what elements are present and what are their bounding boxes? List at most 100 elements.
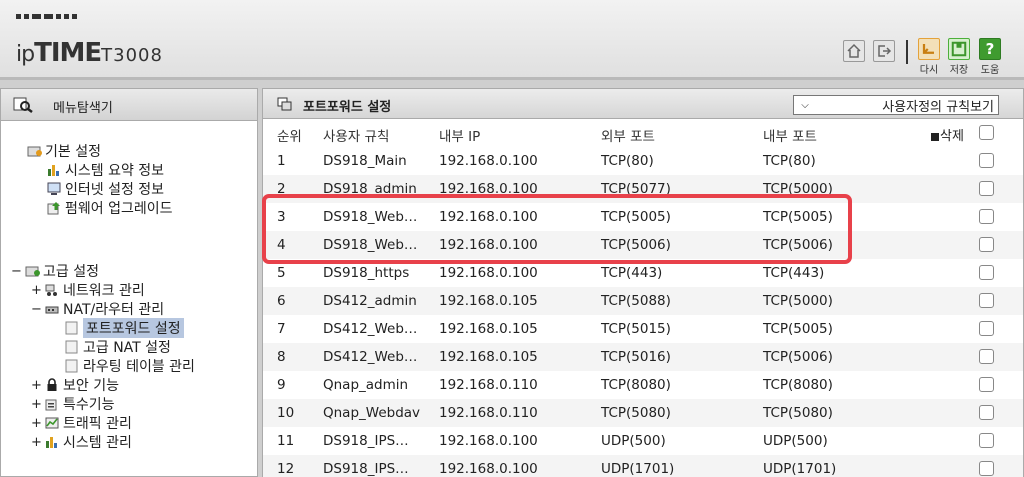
cell-internal-port: TCP(8080) xyxy=(763,377,833,393)
tree-security[interactable]: + 보안 기능 xyxy=(31,375,119,395)
cell-user-rule: DS412_admin xyxy=(323,293,417,309)
tree-firmware-upgrade-label: 펌웨어 업그레이드 xyxy=(65,201,173,217)
delete-checkbox[interactable] xyxy=(979,461,994,476)
table-row[interactable]: 6 DS412_admin 192.168.0.105 TCP(5088) TCP(50… xyxy=(263,287,1023,315)
cell-user-rule: DS918_IPS… xyxy=(323,461,409,477)
cell-user-rule: DS412_Web… xyxy=(323,321,418,337)
delete-checkbox[interactable] xyxy=(979,293,994,308)
cell-internal-port: TCP(5005) xyxy=(763,209,833,225)
cell-external-port: TCP(5088) xyxy=(601,293,671,309)
delete-checkbox[interactable] xyxy=(979,237,994,252)
tree-internet-info[interactable]: 인터넷 설정 정보 xyxy=(47,179,164,199)
cell-internal-port: TCP(80) xyxy=(763,153,816,169)
logout-button[interactable] xyxy=(873,40,895,62)
tree-system-management[interactable]: + 시스템 관리 xyxy=(31,432,132,452)
table-row[interactable]: 2 DS918_admin 192.168.0.100 TCP(5077) TCP(50… xyxy=(263,175,1023,203)
tree-advanced-label: 고급 설정 xyxy=(43,264,99,280)
monitor-icon xyxy=(47,182,61,196)
table-row[interactable]: 12 DS918_IPS… 192.168.0.100 UDP(1701) UDP(17… xyxy=(263,455,1023,477)
cell-external-port: TCP(5015) xyxy=(601,321,671,337)
table-row[interactable]: 10 Qnap_Webdav 192.168.0.110 TCP(5080) TCP(5… xyxy=(263,399,1023,427)
app-header: ipTIMET3008 다시 저장 ? 도움 xyxy=(0,0,1024,80)
help-button[interactable]: ? xyxy=(979,38,1001,60)
cell-rank: 4 xyxy=(277,237,286,253)
delete-checkbox[interactable] xyxy=(979,433,994,448)
cell-rank: 10 xyxy=(277,405,295,421)
save-label: 저장 xyxy=(949,65,969,76)
page-icon xyxy=(65,359,79,373)
cell-user-rule: DS918_https xyxy=(323,265,410,281)
expand-toggle-icon[interactable]: + xyxy=(31,416,42,431)
cell-internal-ip: 192.168.0.110 xyxy=(439,405,538,421)
tree-traffic-label: 트래픽 관리 xyxy=(63,416,132,432)
undo-button[interactable] xyxy=(918,38,940,60)
page-icon xyxy=(65,321,79,335)
menu-explorer-header: 메뉴탐색기 xyxy=(1,89,257,121)
cell-rank: 6 xyxy=(277,293,286,309)
traffic-icon xyxy=(45,416,59,430)
expand-toggle-icon[interactable]: + xyxy=(31,283,42,298)
tree-routing-table[interactable]: 라우팅 테이블 관리 xyxy=(65,356,195,376)
tree-traffic-management[interactable]: + 트래픽 관리 xyxy=(31,413,132,433)
table-row[interactable]: 9 Qnap_admin 192.168.0.110 TCP(8080) TCP(808… xyxy=(263,371,1023,399)
tree-system-summary[interactable]: 시스템 요약 정보 xyxy=(47,160,164,180)
rule-view-select-value: 사용자정의 규칙보기 xyxy=(882,99,994,115)
cell-external-port: TCP(443) xyxy=(601,265,663,281)
delete-checkbox[interactable] xyxy=(979,209,994,224)
table-row[interactable]: 7 DS412_Web… 192.168.0.105 TCP(5015) TCP(500… xyxy=(263,315,1023,343)
delete-checkbox[interactable] xyxy=(979,181,994,196)
collapse-toggle-icon[interactable]: − xyxy=(31,302,42,317)
cell-user-rule: DS918_Web… xyxy=(323,237,418,253)
tree-nat-router[interactable]: − NAT/라우터 관리 xyxy=(31,299,164,319)
collapse-toggle-icon[interactable]: − xyxy=(11,264,22,279)
table-row[interactable]: 8 DS412_Web… 192.168.0.105 TCP(5016) TCP(500… xyxy=(263,343,1023,371)
page-icon xyxy=(65,340,79,354)
cell-external-port: TCP(5006) xyxy=(601,237,671,253)
tree-network-management[interactable]: + 네트워크 관리 xyxy=(31,280,145,300)
cell-internal-port: TCP(5000) xyxy=(763,293,833,309)
brand-model: T3008 xyxy=(101,45,163,66)
tree-basic-settings[interactable]: 기본 설정 xyxy=(27,141,101,161)
expand-toggle-icon[interactable]: + xyxy=(31,435,42,450)
tree-special-features[interactable]: + 특수기능 xyxy=(31,394,115,414)
rule-view-select[interactable]: ⌵ 사용자정의 규칙보기 xyxy=(793,95,999,115)
logo-mark xyxy=(16,14,77,19)
col-delete: 삭제 xyxy=(931,125,964,144)
table-row[interactable]: 4 DS918_Web… 192.168.0.100 TCP(5006) TCP(500… xyxy=(263,231,1023,259)
delete-checkbox[interactable] xyxy=(979,153,994,168)
table-row[interactable]: 3 DS918_Web… 192.168.0.100 TCP(5005) TCP(500… xyxy=(263,203,1023,231)
table-row[interactable]: 1 DS918_Main 192.168.0.100 TCP(80) TCP(80) xyxy=(263,147,1023,175)
tree-advanced-nat[interactable]: 고급 NAT 설정 xyxy=(65,337,171,357)
cell-rank: 5 xyxy=(277,265,286,281)
cell-internal-port: TCP(5006) xyxy=(763,237,833,253)
cell-external-port: TCP(8080) xyxy=(601,377,671,393)
cell-internal-ip: 192.168.0.105 xyxy=(439,321,538,337)
tree-advanced-settings[interactable]: − 고급 설정 xyxy=(11,261,99,281)
save-button[interactable] xyxy=(948,38,970,60)
menu-explorer-title: 메뉴탐색기 xyxy=(53,101,113,116)
port-forward-panel: 포트포워드 설정 ⌵ 사용자정의 규칙보기 순위 사용자 규칙 내부 IP 외부… xyxy=(262,88,1024,477)
undo-icon xyxy=(922,44,934,54)
select-all-checkbox[interactable] xyxy=(979,125,994,140)
delete-checkbox[interactable] xyxy=(979,349,994,364)
tree-firmware-upgrade[interactable]: 펌웨어 업그레이드 xyxy=(47,198,173,218)
router-icon xyxy=(45,302,59,316)
expand-toggle-icon[interactable]: + xyxy=(31,378,42,393)
folder-gear-icon xyxy=(25,264,40,278)
expand-toggle-icon[interactable]: + xyxy=(31,397,42,412)
cell-internal-ip: 192.168.0.100 xyxy=(439,237,538,253)
home-button[interactable] xyxy=(843,40,865,62)
delete-checkbox[interactable] xyxy=(979,377,994,392)
cell-internal-port: TCP(5000) xyxy=(763,181,833,197)
delete-checkbox[interactable] xyxy=(979,405,994,420)
delete-checkbox[interactable] xyxy=(979,265,994,280)
home-icon xyxy=(847,43,861,58)
table-header: 순위 사용자 규칙 내부 IP 외부 포트 내부 포트 삭제 xyxy=(263,119,1023,147)
cell-internal-ip: 192.168.0.100 xyxy=(439,265,538,281)
table-row[interactable]: 11 DS918_IPS… 192.168.0.100 UDP(500) UDP(500… xyxy=(263,427,1023,455)
table-row[interactable]: 5 DS918_https 192.168.0.100 TCP(443) TCP(443… xyxy=(263,259,1023,287)
tree-internet-info-label: 인터넷 설정 정보 xyxy=(65,182,165,198)
delete-checkbox[interactable] xyxy=(979,321,994,336)
tree-port-forward[interactable]: 포트포워드 설정 xyxy=(65,318,184,338)
cell-user-rule: DS918_admin xyxy=(323,181,417,197)
